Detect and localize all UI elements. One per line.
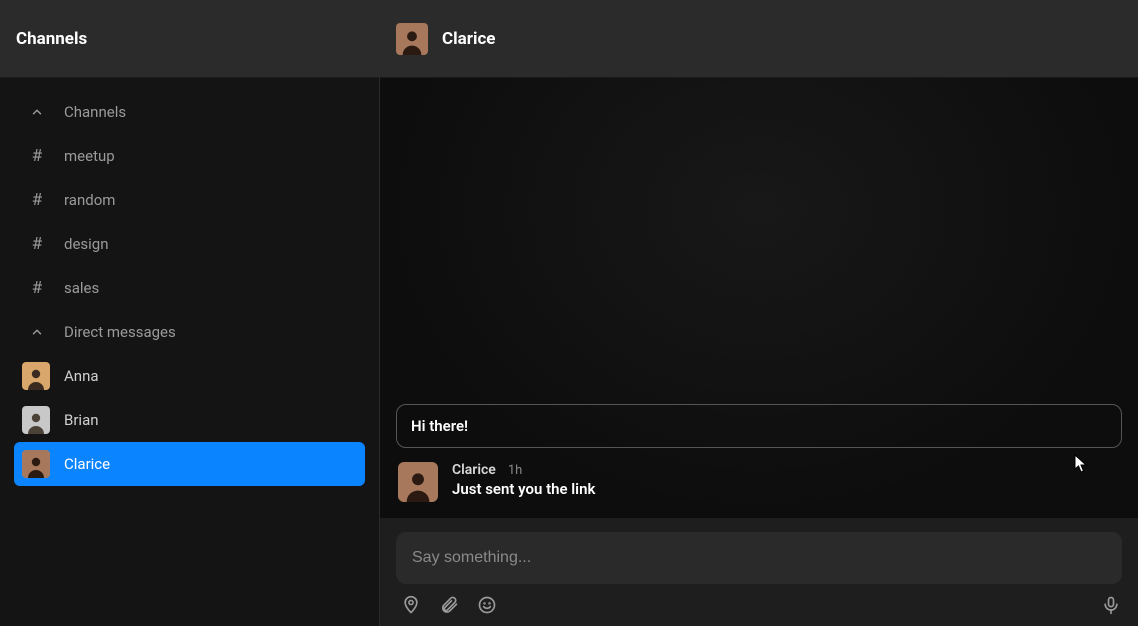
conversation-title: Clarice [442, 29, 495, 49]
hash-icon: # [28, 234, 46, 254]
outgoing-message-text: Hi there! [411, 417, 468, 435]
dm-label: Anna [64, 367, 99, 385]
conversation-area: Hi there! Clarice 1h Just sent you the l… [380, 78, 1138, 518]
dm-label: Brian [64, 411, 99, 429]
message-meta: Clarice 1h [452, 462, 595, 478]
dm-item-clarice[interactable]: Clarice [14, 442, 365, 486]
microphone-icon[interactable] [1100, 594, 1122, 616]
dm-section-label: Direct messages [64, 323, 176, 341]
outgoing-message-bubble: Hi there! [396, 404, 1122, 448]
sidebar: Channels Channels # meetup # random # de… [0, 0, 380, 626]
message-author: Clarice [452, 462, 496, 478]
dm-label: Clarice [64, 455, 110, 473]
incoming-message: Clarice 1h Just sent you the link [396, 462, 1122, 502]
message-body: Clarice 1h Just sent you the link [452, 462, 595, 502]
channels-section-label: Channels [64, 103, 126, 121]
chevron-up-icon [28, 105, 46, 119]
avatar [22, 362, 50, 390]
dm-item-anna[interactable]: Anna [14, 354, 365, 398]
avatar [398, 462, 438, 502]
channel-item-sales[interactable]: # sales [14, 266, 365, 310]
composer [380, 518, 1138, 626]
conversation-header: Clarice [380, 0, 1138, 78]
message-text: Just sent you the link [452, 480, 595, 498]
sidebar-title: Channels [0, 0, 379, 78]
composer-toolbar [396, 594, 1122, 616]
sidebar-list: Channels # meetup # random # design # sa… [0, 78, 379, 486]
channel-label: design [64, 235, 109, 253]
location-icon[interactable] [400, 594, 422, 616]
channel-item-meetup[interactable]: # meetup [14, 134, 365, 178]
channel-item-random[interactable]: # random [14, 178, 365, 222]
channels-section-header[interactable]: Channels [14, 90, 365, 134]
avatar [22, 406, 50, 434]
channel-item-design[interactable]: # design [14, 222, 365, 266]
channel-label: sales [64, 279, 99, 297]
channel-label: meetup [64, 147, 115, 165]
main: Clarice Hi there! Clarice 1h Just sent y… [380, 0, 1138, 626]
avatar [22, 450, 50, 478]
hash-icon: # [28, 190, 46, 210]
sidebar-title-text: Channels [16, 29, 87, 49]
channel-label: random [64, 191, 115, 209]
message-time: 1h [508, 463, 522, 478]
attachment-icon[interactable] [438, 594, 460, 616]
message-input[interactable] [396, 532, 1122, 584]
emoji-icon[interactable] [476, 594, 498, 616]
avatar [396, 23, 428, 55]
hash-icon: # [28, 146, 46, 166]
dm-section-header[interactable]: Direct messages [14, 310, 365, 354]
chevron-up-icon [28, 325, 46, 339]
dm-item-brian[interactable]: Brian [14, 398, 365, 442]
hash-icon: # [28, 278, 46, 298]
